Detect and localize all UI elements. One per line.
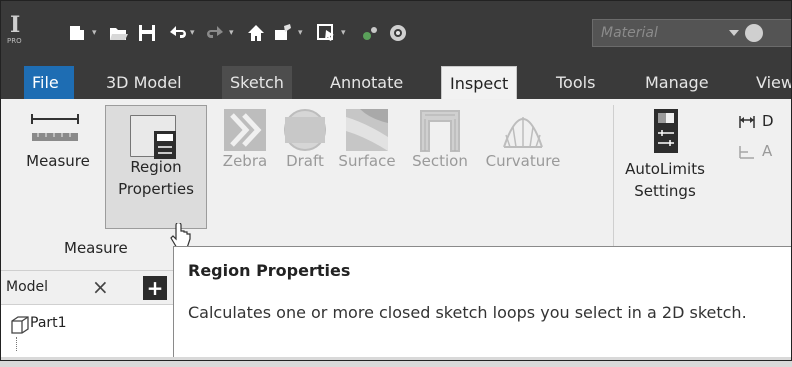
- app-logo[interactable]: I PRO: [6, 10, 28, 56]
- ribbon-tab-bar: File 3D Model Sketch Annotate Inspect To…: [0, 66, 792, 99]
- part1-label: Part1: [30, 315, 67, 331]
- close-icon[interactable]: ×: [92, 275, 109, 299]
- zebra-icon: [224, 109, 266, 151]
- section-analysis-icon: [420, 110, 460, 152]
- color-sphere-icon[interactable]: [387, 22, 409, 44]
- autolimits-label-line1: AutoLimits: [625, 160, 705, 178]
- dimension-limit-label: D: [762, 112, 774, 130]
- panel-divider: [613, 105, 614, 261]
- tab-tools[interactable]: Tools: [548, 66, 603, 99]
- new-dropdown-icon[interactable]: ▾: [92, 26, 97, 40]
- quick-access-toolbar: I PRO ▾ ▾ ▾ ▾ ▾ Material: [0, 0, 792, 66]
- autolimits-settings-button[interactable]: AutoLimits Settings: [618, 99, 712, 229]
- zebra-label: Zebra: [222, 152, 268, 170]
- home-icon[interactable]: [246, 22, 266, 44]
- tab-inspect[interactable]: Inspect: [441, 66, 518, 99]
- redo-dropdown-icon[interactable]: ▾: [229, 26, 234, 40]
- tab-sketch[interactable]: Sketch: [222, 66, 292, 99]
- angle-limit-icon: [739, 146, 754, 159]
- tree-connector: [16, 337, 20, 351]
- region-label-line2: Properties: [118, 180, 194, 198]
- zebra-button[interactable]: Zebra: [214, 99, 276, 217]
- browser-tab-bar: Model × +: [0, 271, 175, 305]
- tooltip-description: Calculates one or more closed sketch loo…: [188, 303, 747, 322]
- region-properties-button[interactable]: Region Properties: [105, 105, 207, 229]
- select-dropdown-icon[interactable]: ▾: [341, 26, 346, 40]
- model-browser: Model × + Part1: [0, 271, 175, 361]
- tab-model[interactable]: Model: [6, 279, 48, 295]
- tooltip-title: Region Properties: [188, 261, 351, 280]
- select-icon[interactable]: [316, 22, 338, 44]
- section-label: Section: [412, 152, 468, 170]
- autolimits-label-line2: Settings: [634, 182, 696, 200]
- measure-ruler-icon: [31, 114, 79, 141]
- pro-label: PRO: [7, 37, 22, 45]
- surface-analysis-icon: [346, 109, 388, 151]
- dimension-limit-button[interactable]: D: [738, 111, 792, 133]
- measure-panel-title[interactable]: Measure: [64, 239, 128, 257]
- tab-annotate[interactable]: Annotate: [322, 66, 411, 99]
- tab-manage[interactable]: Manage: [637, 66, 717, 99]
- angle-limit-button[interactable]: A: [738, 141, 792, 163]
- draft-icon: [284, 109, 326, 151]
- measure-label: Measure: [26, 152, 90, 170]
- material-chevron-down-icon: [729, 30, 739, 36]
- update-icon[interactable]: [272, 22, 294, 44]
- tab-3d-model[interactable]: 3D Model: [98, 66, 190, 99]
- autolimits-settings-icon: [654, 109, 678, 153]
- undo-dropdown-icon[interactable]: ▾: [190, 26, 195, 40]
- add-browser-icon[interactable]: +: [143, 276, 167, 300]
- curvature-analysis-icon: [503, 117, 543, 148]
- material-label: Material: [601, 25, 658, 41]
- inventor-logo-icon: I: [10, 12, 21, 38]
- undo-icon[interactable]: [167, 22, 187, 44]
- tree-item-part1[interactable]: Part1: [10, 313, 160, 335]
- draft-button[interactable]: Draft: [278, 99, 332, 217]
- part-cube-icon: [11, 316, 29, 334]
- redo-icon[interactable]: [206, 22, 226, 44]
- update-dropdown-icon[interactable]: ▾: [298, 26, 303, 40]
- tooltip: Region Properties Calculates one or more…: [173, 246, 792, 361]
- measure-button[interactable]: Measure: [14, 99, 102, 217]
- save-icon[interactable]: [137, 22, 157, 44]
- curvature-label: Curvature: [485, 152, 561, 170]
- open-folder-icon[interactable]: [108, 22, 130, 44]
- appearance-icon[interactable]: [360, 22, 382, 44]
- tab-view[interactable]: View: [748, 66, 792, 99]
- appearance-ball-icon[interactable]: [745, 24, 763, 42]
- angle-limit-label: A: [762, 142, 773, 160]
- new-file-icon[interactable]: [68, 22, 88, 44]
- draft-label: Draft: [286, 152, 324, 170]
- tab-file[interactable]: File: [24, 66, 74, 99]
- dimension-limit-icon: [739, 116, 755, 128]
- material-dropdown[interactable]: Material: [592, 19, 792, 47]
- section-button[interactable]: Section: [402, 99, 478, 217]
- surface-button[interactable]: Surface: [334, 99, 400, 217]
- status-strip: [0, 357, 792, 367]
- surface-label: Surface: [338, 152, 396, 170]
- region-label-line1: Region: [130, 158, 182, 176]
- curvature-button[interactable]: Curvature: [480, 99, 566, 217]
